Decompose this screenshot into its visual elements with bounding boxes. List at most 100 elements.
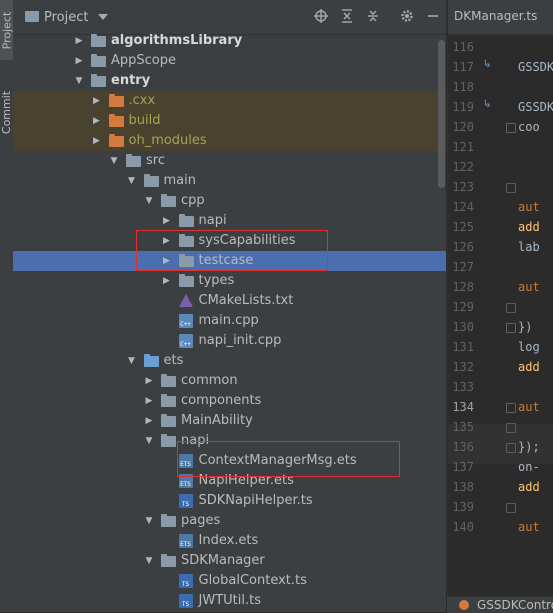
line-number: 128 xyxy=(452,280,474,294)
chevron-right-icon[interactable]: ▶ xyxy=(161,211,173,231)
code-line: aut xyxy=(518,400,540,414)
chevron-down-icon[interactable]: ▼ xyxy=(143,551,155,571)
tree-item-label: ets xyxy=(163,353,184,368)
chevron-right-icon[interactable]: ▶ xyxy=(91,91,103,111)
chevron-right-icon[interactable]: ▶ xyxy=(143,391,155,411)
folder-icon xyxy=(161,194,176,207)
tree-row[interactable]: TS JWTUtil.ts xyxy=(13,591,446,611)
tree-row[interactable]: ▶ common xyxy=(13,371,446,391)
chevron-right-icon[interactable]: ▶ xyxy=(91,131,103,151)
line-number: 139 xyxy=(452,500,474,514)
chevron-down-icon[interactable]: ▼ xyxy=(108,151,120,171)
chevron-down-icon[interactable]: ▼ xyxy=(126,171,138,191)
tree-row[interactable]: ▶ napi xyxy=(13,211,446,231)
cpp-file-icon: C++ xyxy=(178,334,193,348)
editor-tab-file[interactable]: DKManager.ts xyxy=(454,9,537,23)
chevron-down-icon[interactable]: ▼ xyxy=(143,191,155,211)
tree-row[interactable]: ▶ components xyxy=(13,391,446,411)
chevron-right-icon[interactable]: ▶ xyxy=(143,371,155,391)
line-number: 136 xyxy=(452,440,474,454)
tool-window-strip: Project Commit xyxy=(0,0,14,612)
tree-row[interactable]: TS SDKNapiHelper.ts xyxy=(13,491,446,511)
tree-row[interactable]: ▶ build xyxy=(13,111,446,131)
tree-row[interactable]: ▼ ets xyxy=(13,351,446,371)
locate-icon[interactable] xyxy=(313,8,329,24)
gear-icon[interactable] xyxy=(399,8,415,24)
chevron-right-icon[interactable]: ▶ xyxy=(91,111,103,131)
tree-item-label: src xyxy=(146,153,165,168)
file-type-label: ETS xyxy=(180,461,191,468)
gutter-marker-icon[interactable]: ↳ xyxy=(483,59,491,70)
folder-icon xyxy=(143,174,159,187)
chevron-down-icon[interactable]: ▼ xyxy=(143,511,155,531)
editor-tab-bar: DKManager.ts xyxy=(448,0,553,35)
folder-icon xyxy=(91,54,106,67)
chevron-right-icon[interactable]: ▶ xyxy=(161,271,173,291)
tree-row[interactable]: ▼ cpp xyxy=(13,191,446,211)
tree-row[interactable]: C++ main.cpp xyxy=(13,311,446,331)
tree-row[interactable]: ▶ .cxx xyxy=(13,91,446,111)
chevron-right-icon[interactable]: ▶ xyxy=(161,231,173,251)
tree-row[interactable]: ▼ napi xyxy=(13,431,446,451)
tree-row[interactable]: ▼ main xyxy=(13,171,446,191)
tree-row[interactable]: ▶ MainAbility xyxy=(13,411,446,431)
tree-row[interactable]: ▼ SDKManager xyxy=(13,551,446,571)
tree-scrollbar[interactable] xyxy=(438,40,445,188)
tree-row[interactable]: ▼ src xyxy=(13,151,446,171)
code-line: GSSDK xyxy=(518,60,553,74)
cmake-file-icon xyxy=(178,294,193,307)
line-number: 119 xyxy=(452,100,474,114)
tree-row[interactable]: ▶ sysCapabilities xyxy=(13,231,446,251)
chevron-right-icon[interactable]: ▶ xyxy=(143,411,155,431)
ts-file-icon: TS xyxy=(178,494,193,508)
chevron-down-icon[interactable] xyxy=(98,14,109,20)
tree-row[interactable]: ETS NapiHelper.ets xyxy=(13,471,446,491)
tree-row[interactable]: TS GlobalContext.ts xyxy=(13,571,446,591)
tree-row[interactable]: ▶ AppScope xyxy=(13,51,446,71)
line-number: 117 xyxy=(452,60,474,74)
line-number: 140 xyxy=(452,520,474,534)
tree-row[interactable]: ▼ entry xyxy=(13,71,446,91)
chevron-down-icon[interactable]: ▼ xyxy=(73,71,85,91)
tree-row[interactable]: ▶ oh_modules xyxy=(13,131,446,151)
chevron-right-icon[interactable]: ▶ xyxy=(161,251,173,271)
folder-icon xyxy=(91,34,106,47)
tree-item-label: napi xyxy=(181,433,210,448)
line-number: 131 xyxy=(452,340,474,354)
hide-icon[interactable] xyxy=(425,8,441,24)
editor-bottom-tab[interactable]: GSSDKContro xyxy=(447,596,553,613)
code-line: log xyxy=(518,340,540,354)
project-panel-title[interactable]: Project xyxy=(44,10,88,25)
tree-row[interactable]: ▶ algorithmsLibrary xyxy=(13,31,446,51)
code-line: aut xyxy=(518,280,540,294)
code-text-area[interactable]: GSSDK GSSDK coo aut add lab aut}) log add aut}); o… xyxy=(514,34,553,612)
tree-row[interactable]: ▶ testcase xyxy=(13,251,446,271)
tree-row[interactable]: ETS ContextManagerMsg.ets xyxy=(13,451,446,471)
tree-item-label: MainAbility xyxy=(181,413,253,428)
folder-icon xyxy=(161,394,176,407)
chevron-down-icon[interactable]: ▼ xyxy=(143,431,155,451)
code-line: on- xyxy=(518,460,540,474)
line-number: 118 xyxy=(452,80,474,94)
ets-file-icon: ETS xyxy=(178,534,193,548)
tree-row[interactable]: ▼ pages xyxy=(13,511,446,531)
code-line: add xyxy=(518,480,540,494)
ts-file-icon: TS xyxy=(178,594,193,608)
folder-icon xyxy=(161,514,176,527)
chevron-right-icon[interactable]: ▶ xyxy=(73,51,85,71)
chevron-down-icon[interactable]: ▼ xyxy=(126,351,138,371)
gutter-marker-icon[interactable]: ↳ xyxy=(483,99,491,110)
tree-row[interactable]: C++ napi_init.cpp xyxy=(13,331,446,351)
chevron-right-icon[interactable]: ▶ xyxy=(73,31,85,51)
tree-row[interactable]: CMakeLists.txt xyxy=(13,291,446,311)
collapse-all-icon[interactable] xyxy=(365,8,381,24)
tree-row[interactable]: ▶ types xyxy=(13,271,446,291)
commit-tool-tab[interactable]: Commit xyxy=(0,80,13,144)
tree-item-label: entry xyxy=(111,73,151,88)
tree-item-label: CMakeLists.txt xyxy=(198,293,294,308)
tree-row[interactable]: ETS Index.ets xyxy=(13,531,446,551)
line-number: 122 xyxy=(452,160,474,174)
tree-item-label: napi_init.cpp xyxy=(198,333,282,348)
expand-all-icon[interactable] xyxy=(339,8,355,24)
project-tool-tab[interactable]: Project xyxy=(0,0,13,60)
